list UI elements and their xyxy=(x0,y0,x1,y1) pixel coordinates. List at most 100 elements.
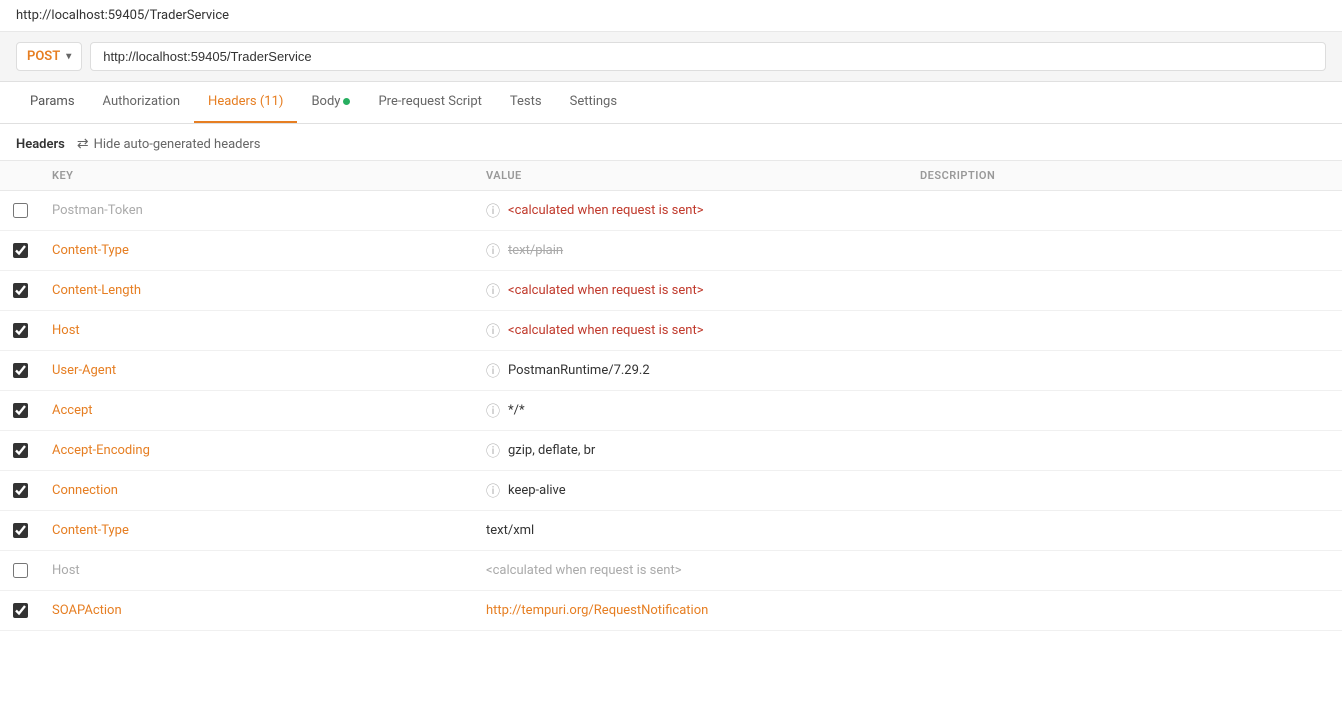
headers-table: KEY VALUE DESCRIPTION Postman-Token ⓘ <c… xyxy=(0,160,1342,631)
headers-label: Headers xyxy=(16,137,65,152)
row-8-desc xyxy=(908,483,1342,499)
row-6-checkbox[interactable] xyxy=(13,403,28,418)
hide-auto-headers-button[interactable]: ⇄ Hide auto-generated headers xyxy=(77,136,261,152)
table-header-row: KEY VALUE DESCRIPTION xyxy=(0,161,1342,191)
row-4-key: Host xyxy=(40,315,474,346)
table-row: Content-Type text/xml xyxy=(0,511,1342,551)
info-icon: ⓘ xyxy=(486,281,500,301)
row-1-value-cell: ⓘ <calculated when request is sent> xyxy=(474,193,908,229)
row-8-value: keep-alive xyxy=(508,483,566,498)
tab-authorization[interactable]: Authorization xyxy=(89,82,195,123)
col-checkbox xyxy=(0,169,40,182)
row-3-checkbox-cell xyxy=(0,283,40,298)
row-11-desc xyxy=(908,603,1342,619)
row-10-checkbox[interactable] xyxy=(13,563,28,578)
row-10-checkbox-cell xyxy=(0,563,40,578)
tab-body[interactable]: Body xyxy=(297,82,364,123)
row-4-desc xyxy=(908,323,1342,339)
row-3-value-cell: ⓘ <calculated when request is sent> xyxy=(474,273,908,309)
row-5-desc xyxy=(908,363,1342,379)
row-3-key: Content-Length xyxy=(40,275,474,306)
row-5-value: PostmanRuntime/7.29.2 xyxy=(508,363,650,378)
tab-tests[interactable]: Tests xyxy=(496,82,556,123)
url-input[interactable] xyxy=(90,42,1326,71)
table-row: Host <calculated when request is sent> xyxy=(0,551,1342,591)
row-7-checkbox[interactable] xyxy=(13,443,28,458)
row-4-checkbox[interactable] xyxy=(13,323,28,338)
tab-bar: Params Authorization Headers (11) Body P… xyxy=(0,82,1342,124)
row-5-value-cell: ⓘ PostmanRuntime/7.29.2 xyxy=(474,353,908,389)
row-1-desc xyxy=(908,203,1342,219)
row-1-key: Postman-Token xyxy=(40,195,474,226)
row-2-value: text/plain xyxy=(508,243,563,258)
tab-pre-request-script[interactable]: Pre-request Script xyxy=(364,82,495,123)
tab-params[interactable]: Params xyxy=(16,82,89,123)
row-11-checkbox[interactable] xyxy=(13,603,28,618)
row-1-checkbox[interactable] xyxy=(13,203,28,218)
tab-headers[interactable]: Headers (11) xyxy=(194,82,297,123)
row-1-value: <calculated when request is sent> xyxy=(508,203,704,218)
row-8-checkbox[interactable] xyxy=(13,483,28,498)
row-9-value-cell: text/xml xyxy=(474,515,908,546)
row-7-value-cell: ⓘ gzip, deflate, br xyxy=(474,433,908,469)
row-10-value: <calculated when request is sent> xyxy=(486,563,682,578)
info-icon: ⓘ xyxy=(486,401,500,421)
col-description: DESCRIPTION xyxy=(908,169,1342,182)
row-11-value-cell: http://tempuri.org/RequestNotification xyxy=(474,595,908,626)
row-6-key: Accept xyxy=(40,395,474,426)
info-icon: ⓘ xyxy=(486,321,500,341)
row-3-value: <calculated when request is sent> xyxy=(508,283,704,298)
row-4-checkbox-cell xyxy=(0,323,40,338)
row-11-checkbox-cell xyxy=(0,603,40,618)
method-label: POST xyxy=(27,49,60,64)
row-6-checkbox-cell xyxy=(0,403,40,418)
info-icon: ⓘ xyxy=(486,361,500,381)
row-9-value: text/xml xyxy=(486,523,534,538)
chevron-down-icon: ▾ xyxy=(66,51,71,62)
row-10-value-cell: <calculated when request is sent> xyxy=(474,555,908,586)
method-dropdown[interactable]: POST ▾ xyxy=(16,42,82,71)
row-7-value: gzip, deflate, br xyxy=(508,443,595,458)
row-9-key: Content-Type xyxy=(40,515,474,546)
row-8-key: Connection xyxy=(40,475,474,506)
col-value: VALUE xyxy=(474,169,908,182)
row-8-value-cell: ⓘ keep-alive xyxy=(474,473,908,509)
hide-auto-headers-label: Hide auto-generated headers xyxy=(94,137,261,152)
row-4-value-cell: ⓘ <calculated when request is sent> xyxy=(474,313,908,349)
row-5-key: User-Agent xyxy=(40,355,474,386)
row-5-checkbox[interactable] xyxy=(13,363,28,378)
row-2-checkbox-cell xyxy=(0,243,40,258)
table-row: Postman-Token ⓘ <calculated when request… xyxy=(0,191,1342,231)
row-10-key: Host xyxy=(40,555,474,586)
hide-icon: ⇄ xyxy=(77,136,89,152)
row-2-key: Content-Type xyxy=(40,235,474,266)
row-1-checkbox-cell xyxy=(0,203,40,218)
row-11-key: SOAPAction xyxy=(40,595,474,626)
table-row: Accept-Encoding ⓘ gzip, deflate, br xyxy=(0,431,1342,471)
row-6-value-cell: ⓘ */* xyxy=(474,393,908,429)
table-row: User-Agent ⓘ PostmanRuntime/7.29.2 xyxy=(0,351,1342,391)
row-11-value: http://tempuri.org/RequestNotification xyxy=(486,603,708,618)
row-3-checkbox[interactable] xyxy=(13,283,28,298)
info-icon: ⓘ xyxy=(486,481,500,501)
info-icon: ⓘ xyxy=(486,241,500,261)
row-9-checkbox-cell xyxy=(0,523,40,538)
col-key: KEY xyxy=(40,169,474,182)
info-icon: ⓘ xyxy=(486,201,500,221)
row-6-value: */* xyxy=(508,403,525,418)
table-row: Accept ⓘ */* xyxy=(0,391,1342,431)
row-9-checkbox[interactable] xyxy=(13,523,28,538)
row-2-value-cell: ⓘ text/plain xyxy=(474,233,908,269)
row-10-desc xyxy=(908,563,1342,579)
tab-settings[interactable]: Settings xyxy=(556,82,631,123)
table-row: Content-Length ⓘ <calculated when reques… xyxy=(0,271,1342,311)
row-8-checkbox-cell xyxy=(0,483,40,498)
table-row: SOAPAction http://tempuri.org/RequestNot… xyxy=(0,591,1342,631)
row-6-desc xyxy=(908,403,1342,419)
table-row: Connection ⓘ keep-alive xyxy=(0,471,1342,511)
table-row: Host ⓘ <calculated when request is sent> xyxy=(0,311,1342,351)
row-2-desc xyxy=(908,243,1342,259)
row-2-checkbox[interactable] xyxy=(13,243,28,258)
headers-section-header: Headers ⇄ Hide auto-generated headers xyxy=(0,124,1342,160)
row-4-value: <calculated when request is sent> xyxy=(508,323,704,338)
